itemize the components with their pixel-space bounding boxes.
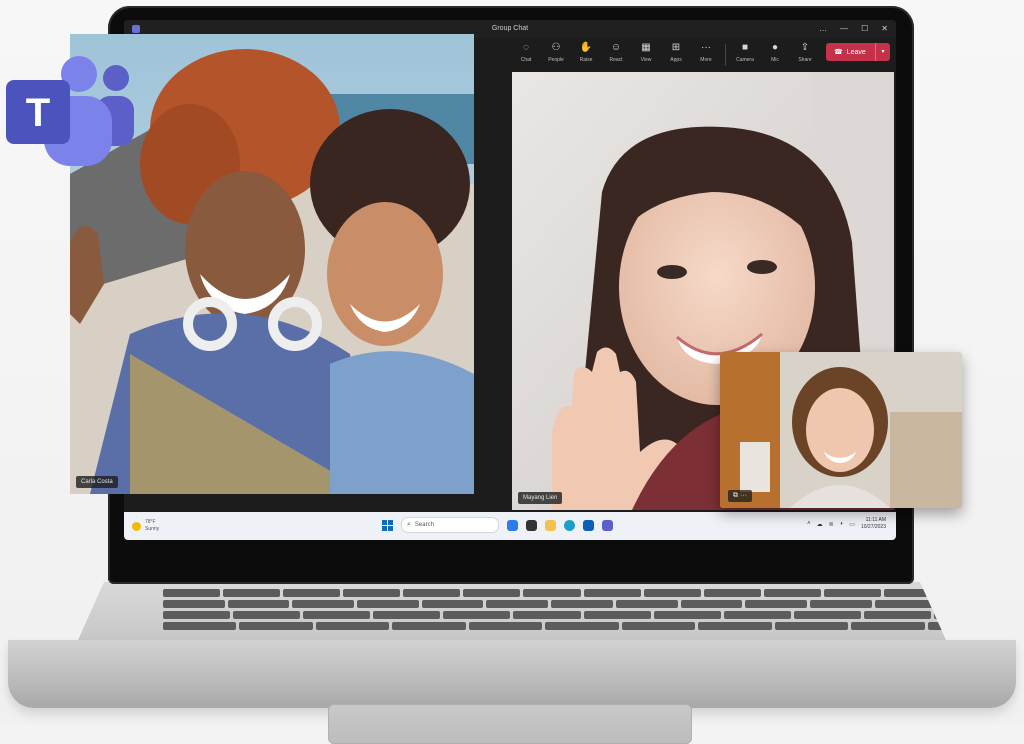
weather-condition: Sunny (145, 526, 160, 532)
participant-name-carla: Carla Costa (76, 476, 118, 488)
leave-label: Leave (846, 48, 866, 56)
hang-up-icon: ☎ (834, 49, 843, 56)
self-view-controls[interactable]: ⧉ ··· (728, 490, 752, 502)
apps-button[interactable]: ⊞ Apps (661, 40, 691, 63)
view-icon: ▦ (641, 42, 651, 53)
self-video (720, 352, 962, 508)
keyboard (162, 589, 946, 637)
people-button[interactable]: ⚇ People (541, 40, 571, 63)
teams-logo: T (6, 56, 134, 166)
window-more-button[interactable]: … (819, 24, 827, 33)
share-label: Share (798, 57, 812, 63)
edge-icon[interactable] (564, 519, 575, 531)
more-button[interactable]: ··· More (691, 40, 721, 63)
laptop-scene: Group Chat … — ☐ ✕ ◌ Chat ⚇ People ✋ Raise … (0, 0, 1024, 744)
chevron-down-icon[interactable]: ▾ (875, 43, 890, 61)
chevron-up-icon[interactable]: ˄ (807, 521, 811, 527)
react-icon: ☺ (610, 42, 622, 53)
svg-text:T: T (26, 91, 50, 135)
search-box[interactable]: ⌕ Search (401, 517, 499, 533)
clock-time: 11:11 AM (865, 517, 886, 523)
weather-temp: 78°F (145, 519, 156, 525)
close-button[interactable]: ✕ (881, 24, 888, 33)
apps-label: Apps (670, 57, 682, 63)
battery-icon[interactable]: ▭ (849, 521, 855, 528)
file-explorer-icon[interactable] (545, 519, 556, 531)
apps-icon: ⊞ (671, 42, 681, 53)
react-button[interactable]: ☺ React (601, 40, 631, 63)
mic-label: Mic (771, 57, 779, 63)
laptop-front (8, 640, 1016, 744)
leave-button[interactable]: ☎ Leave ▾ (826, 43, 890, 61)
store-icon[interactable] (583, 519, 594, 531)
sun-icon (132, 521, 141, 531)
touchpad (328, 704, 692, 744)
mic-icon: ● (771, 42, 779, 53)
keyboard-deck (78, 582, 946, 640)
share-button[interactable]: ⇪ Share (790, 40, 820, 63)
copilot-icon[interactable] (507, 519, 518, 531)
raise-label: Raise (579, 57, 593, 63)
search-icon: ⌕ (407, 521, 411, 528)
more-icon: ··· (701, 42, 711, 53)
chat-icon: ◌ (523, 42, 529, 53)
more-label: More (700, 57, 712, 63)
view-label: View (640, 57, 652, 63)
share-icon: ⇪ (800, 42, 810, 53)
taskbar-center: ⌕ Search (382, 517, 613, 533)
chat-label: Chat (520, 57, 532, 63)
mic-button[interactable]: ● Mic (760, 40, 790, 63)
search-label: Search (414, 522, 434, 528)
system-tray: ˄ ☁ ≋ ◖ ▭ 11:11 AM 10/27/2023 (807, 517, 886, 531)
camera-button[interactable]: ■ Camera (730, 40, 760, 63)
clock-date: 10/27/2023 (860, 524, 886, 530)
weather-widget[interactable]: 78°F Sunny (132, 519, 159, 533)
camera-icon: ■ (741, 42, 749, 53)
weather-text: 78°F Sunny (145, 519, 159, 533)
raise-hand-icon: ✋ (579, 42, 593, 53)
task-view-icon[interactable] (526, 519, 537, 531)
start-button[interactable] (382, 519, 393, 531)
teams-taskbar-icon[interactable] (602, 519, 613, 531)
window-title: Group Chat (491, 25, 529, 32)
windows-taskbar: 78°F Sunny ⌕ Search ˄ ☁ ≋ ◖ ▭ 11:11 AM 1… (124, 512, 896, 540)
speaker-icon[interactable]: ◖ (840, 521, 844, 527)
cloud-icon[interactable]: ☁ (817, 521, 823, 528)
participant-name-mayang: Mayang Lien (518, 492, 563, 504)
toolbar-divider (725, 44, 726, 66)
window-controls: … — ☐ ✕ (819, 24, 888, 33)
people-icon: ⚇ (551, 42, 561, 53)
maximize-button[interactable]: ☐ (861, 24, 868, 33)
camera-label: Camera (736, 57, 754, 63)
react-label: React (609, 57, 623, 63)
self-view-tile[interactable]: ⧉ ··· (720, 352, 962, 508)
minimize-button[interactable]: — (840, 24, 848, 33)
laptop-base (8, 582, 1016, 744)
clock[interactable]: 11:11 AM 10/27/2023 (861, 517, 886, 531)
meeting-toolbar: ◌ Chat ⚇ People ✋ Raise ☺ React ▦ View ⊞ Apps … (511, 40, 890, 70)
people-label: People (548, 57, 564, 63)
view-button[interactable]: ▦ View (631, 40, 661, 63)
wifi-icon[interactable]: ≋ (829, 521, 834, 528)
raise-button[interactable]: ✋ Raise (571, 40, 601, 63)
chat-button[interactable]: ◌ Chat (511, 40, 541, 63)
